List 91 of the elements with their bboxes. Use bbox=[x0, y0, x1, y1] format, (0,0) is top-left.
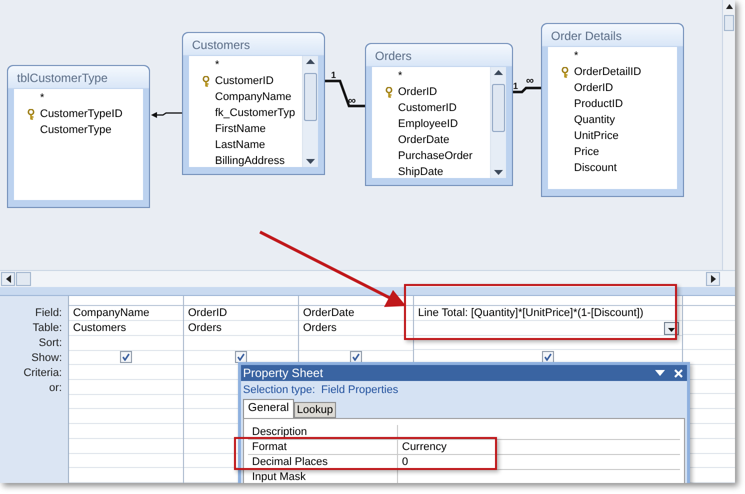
field-name[interactable]: CustomerTypeID bbox=[40, 106, 123, 122]
property-value[interactable]: Currency bbox=[398, 440, 447, 454]
grid-cell[interactable]: Line Total: [Quantity]*[UnitPrice]*(1-[Discount]) bbox=[414, 306, 682, 321]
selection-type-label: Selection type: bbox=[243, 382, 316, 398]
scroll-up-icon[interactable] bbox=[306, 59, 315, 64]
scroll-up-icon[interactable] bbox=[726, 4, 733, 9]
row-label: or: bbox=[49, 381, 62, 396]
field-name[interactable]: fk_CustomerTyp bbox=[215, 104, 296, 122]
field-name[interactable]: FirstName bbox=[215, 120, 266, 138]
checkbox[interactable] bbox=[235, 351, 247, 364]
field-name[interactable]: OrderID bbox=[574, 80, 614, 96]
left-arrow-icon bbox=[6, 275, 10, 283]
vertical-scrollbar[interactable] bbox=[722, 0, 735, 270]
tab[interactable]: General bbox=[243, 399, 294, 418]
grid-cell[interactable] bbox=[414, 320, 682, 336]
horizontal-scrollbar[interactable] bbox=[0, 270, 735, 287]
field-name[interactable]: OrderDate bbox=[398, 132, 450, 148]
relationship-line[interactable] bbox=[151, 112, 182, 118]
dropdown-arrow-icon[interactable] bbox=[655, 370, 665, 376]
field-name[interactable]: PurchaseOrder bbox=[398, 148, 473, 164]
checkbox[interactable] bbox=[350, 351, 362, 364]
vertical-scrollbar[interactable] bbox=[302, 56, 318, 167]
row-label: Sort: bbox=[38, 336, 62, 352]
row-label: Field: bbox=[35, 306, 62, 322]
table-card[interactable]: Orders * OrderID CustomerID EmployeeID OrderDate PurchaseOrder ShipDate bbox=[365, 43, 513, 186]
table-title[interactable]: tblCustomerType bbox=[8, 66, 149, 89]
field-name[interactable]: * bbox=[574, 48, 578, 64]
field-name[interactable]: Discount bbox=[574, 160, 617, 176]
relationship-label: ∞ bbox=[348, 95, 356, 107]
scroll-down-icon[interactable] bbox=[306, 159, 315, 164]
field-name[interactable]: OrderDetailID bbox=[574, 64, 642, 80]
scroll-down-icon[interactable] bbox=[494, 170, 503, 175]
relationship-label: 1 bbox=[331, 70, 336, 80]
property-value[interactable]: 0 bbox=[398, 455, 408, 469]
property-name: Decimal Places bbox=[248, 455, 398, 469]
relationship-label: ∞ bbox=[526, 75, 534, 87]
row-label: Table: bbox=[32, 321, 62, 336]
field-name[interactable]: OrderID bbox=[398, 84, 438, 100]
field-name[interactable]: * bbox=[40, 90, 44, 106]
table-card[interactable]: Customers * CustomerID CompanyName fk_CustomerTyp FirstName LastName BillingAddress bbox=[182, 32, 325, 175]
check-icon bbox=[544, 353, 552, 362]
right-arrow-icon bbox=[710, 275, 716, 283]
grid-cell[interactable]: OrderID bbox=[184, 306, 298, 321]
field-name[interactable]: ProductID bbox=[574, 96, 623, 112]
check-icon bbox=[237, 353, 245, 362]
table-title[interactable]: Order Details bbox=[542, 24, 683, 47]
field-name[interactable]: UnitPrice bbox=[574, 128, 619, 144]
relationship-label: 1 bbox=[513, 81, 518, 91]
row-label: Criteria: bbox=[23, 366, 62, 382]
grid-cell[interactable]: Customers bbox=[69, 320, 183, 336]
field-name[interactable]: CustomerType bbox=[40, 122, 112, 138]
tab[interactable]: Lookup bbox=[294, 402, 336, 418]
scrollbar-thumb[interactable] bbox=[724, 15, 734, 31]
check-icon bbox=[122, 353, 130, 362]
dropdown-arrow-icon bbox=[668, 328, 675, 332]
grid-cell[interactable]: Orders bbox=[184, 320, 298, 336]
selection-type-value: Field Properties bbox=[321, 382, 398, 398]
checkbox[interactable] bbox=[542, 351, 554, 364]
field-name[interactable]: * bbox=[398, 68, 402, 84]
field-name[interactable]: BillingAddress bbox=[215, 152, 285, 167]
field-name[interactable]: EmployeeID bbox=[398, 116, 458, 132]
scroll-left-button[interactable] bbox=[1, 272, 15, 286]
scroll-right-button[interactable] bbox=[706, 272, 720, 286]
relationship-line[interactable] bbox=[325, 80, 365, 108]
table-title[interactable]: Customers bbox=[183, 33, 324, 56]
field-name[interactable]: CompanyName bbox=[215, 88, 292, 106]
field-name[interactable]: LastName bbox=[215, 136, 266, 154]
field-name[interactable]: CustomerID bbox=[215, 72, 274, 90]
property-name: Input Mask bbox=[248, 470, 398, 483]
table-card[interactable]: Order Details * OrderDetailID OrderID ProductID Quantity UnitPrice Price Discount bbox=[541, 23, 684, 197]
vertical-scrollbar[interactable] bbox=[490, 67, 506, 178]
table-title[interactable]: Orders bbox=[366, 44, 512, 67]
field-name[interactable]: ShipDate bbox=[398, 164, 444, 178]
grid-cell[interactable]: CompanyName bbox=[69, 306, 183, 321]
close-icon[interactable] bbox=[674, 368, 683, 378]
field-name[interactable]: Price bbox=[574, 144, 600, 160]
panel-title: Property Sheet bbox=[243, 365, 324, 382]
scrollbar-thumb[interactable] bbox=[304, 72, 317, 120]
scrollbar-thumb[interactable] bbox=[492, 84, 505, 132]
field-name[interactable]: * bbox=[215, 56, 220, 74]
grid-cell[interactable]: Orders bbox=[299, 320, 413, 336]
field-name[interactable]: CustomerID bbox=[398, 100, 457, 116]
checkbox[interactable] bbox=[120, 351, 132, 364]
scrollbar-thumb[interactable] bbox=[16, 272, 31, 286]
row-label: Show: bbox=[31, 351, 62, 366]
field-name[interactable]: Quantity bbox=[574, 112, 615, 128]
check-icon bbox=[352, 353, 360, 362]
table-card[interactable]: tblCustomerType * CustomerTypeID CustomerType bbox=[7, 65, 150, 208]
property-name: Format bbox=[248, 440, 398, 454]
property-name: Description bbox=[248, 425, 398, 439]
scroll-up-icon[interactable] bbox=[494, 70, 503, 75]
